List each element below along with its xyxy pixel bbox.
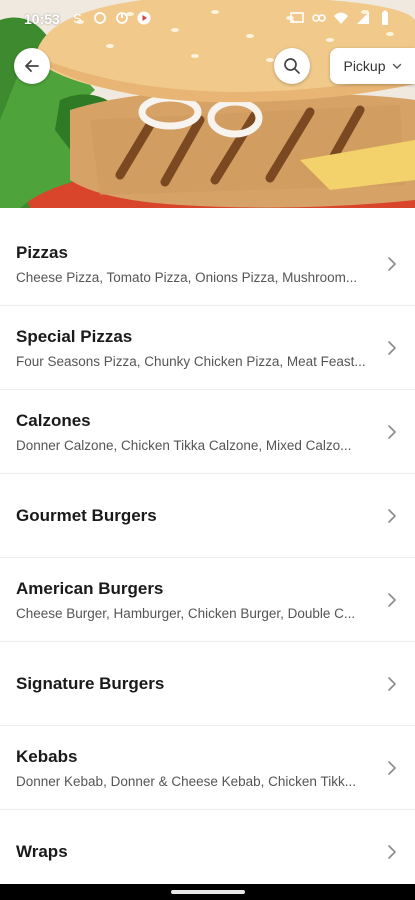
category-row-wraps[interactable]: Wraps xyxy=(0,810,415,894)
system-nav-bar xyxy=(0,884,415,900)
category-description: Cheese Pizza, Tomato Pizza, Onions Pizza… xyxy=(16,269,358,285)
circle-icon xyxy=(116,12,128,24)
chevron-right-icon xyxy=(388,256,396,271)
wifi-icon xyxy=(334,12,348,24)
status-time: 10:53 xyxy=(24,11,60,27)
order-mode-label: Pickup xyxy=(343,58,386,74)
chevron-down-icon xyxy=(392,63,401,69)
sync-icon xyxy=(94,12,106,24)
chevron-right-icon xyxy=(388,676,396,691)
order-mode-select[interactable]: Pickup xyxy=(330,48,415,84)
chevron-right-icon xyxy=(388,340,396,355)
cast-icon xyxy=(290,12,304,24)
category-title: Signature Burgers xyxy=(16,673,165,693)
chevron-right-icon xyxy=(388,424,396,439)
category-row-kebabs[interactable]: Kebabs Donner Kebab, Donner & Cheese Keba… xyxy=(0,726,415,810)
category-title: Kebabs xyxy=(16,746,78,766)
arrow-left-icon xyxy=(25,60,39,72)
status-right-icons xyxy=(289,10,393,26)
category-title: Calzones xyxy=(16,410,91,430)
notification-s-icon: S xyxy=(73,11,82,26)
back-button[interactable] xyxy=(14,48,50,84)
category-row-calzones[interactable]: Calzones Donner Calzone, Chicken Tikka Ca… xyxy=(0,390,415,474)
status-bar: 10:53 S xyxy=(0,0,415,38)
category-row-special-pizzas[interactable]: Special Pizzas Four Seasons Pizza, Chunky… xyxy=(0,306,415,390)
chevron-right-icon xyxy=(388,508,396,523)
status-left-icons: S xyxy=(70,10,152,26)
chevron-right-icon xyxy=(388,760,396,775)
battery-icon xyxy=(382,10,388,25)
signal-icon xyxy=(357,12,369,24)
category-row-gourmet-burgers[interactable]: Gourmet Burgers xyxy=(0,474,415,558)
category-row-pizzas[interactable]: Pizzas Cheese Pizza, Tomato Pizza, Onions… xyxy=(0,222,415,306)
category-title: Wraps xyxy=(16,841,68,861)
category-row-signature-burgers[interactable]: Signature Burgers xyxy=(0,642,415,726)
category-title: Gourmet Burgers xyxy=(16,505,157,525)
svg-text:S: S xyxy=(73,11,82,26)
link-icon xyxy=(312,14,326,22)
chevron-right-icon xyxy=(388,844,396,859)
search-button[interactable] xyxy=(274,48,310,84)
hero-banner: 10:53 S Pickup xyxy=(0,0,415,208)
chevron-right-icon xyxy=(388,592,396,607)
category-title: American Burgers xyxy=(16,578,164,598)
category-list: Pizzas Cheese Pizza, Tomato Pizza, Onions… xyxy=(0,222,415,894)
search-icon xyxy=(284,58,300,74)
home-indicator[interactable] xyxy=(171,890,245,894)
category-description: Donner Kebab, Donner & Cheese Kebab, Chi… xyxy=(16,773,356,789)
category-row-american-burgers[interactable]: American Burgers Cheese Burger, Hamburger… xyxy=(0,558,415,642)
play-icon xyxy=(137,11,151,25)
category-description: Cheese Burger, Hamburger, Chicken Burger… xyxy=(16,605,356,621)
category-description: Donner Calzone, Chicken Tikka Calzone, M… xyxy=(16,437,352,453)
category-title: Pizzas xyxy=(16,242,68,262)
category-description: Four Seasons Pizza, Chunky Chicken Pizza… xyxy=(16,353,366,369)
category-title: Special Pizzas xyxy=(16,326,133,346)
